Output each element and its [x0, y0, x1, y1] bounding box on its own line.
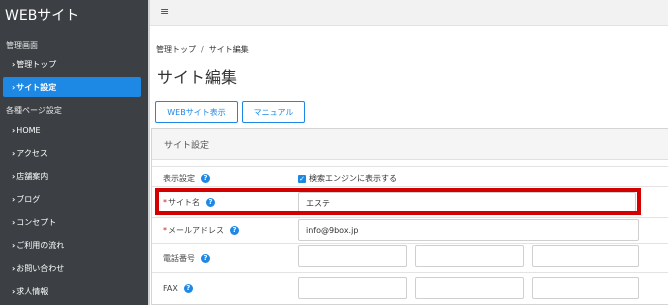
- help-icon[interactable]: ?: [183, 284, 193, 293]
- breadcrumb: 管理トップ / サイト編集: [156, 44, 249, 55]
- sidebar-item-contact[interactable]: › お問い合わせ: [0, 258, 148, 278]
- section-pages-label: 各種ページ設定: [6, 106, 62, 115]
- fax-label: FAX ?: [163, 284, 193, 293]
- sidebar-item-home[interactable]: › HOME: [0, 120, 148, 140]
- display-setting-label: 表示設定 ?: [163, 173, 210, 184]
- sidebar-divider: [148, 0, 150, 305]
- website-view-button[interactable]: WEBサイト表示: [155, 101, 238, 123]
- fax-text: FAX: [163, 284, 178, 293]
- breadcrumb-item-admin-top[interactable]: 管理トップ: [156, 45, 196, 54]
- email-input[interactable]: info@9box.jp: [298, 219, 639, 241]
- search-engine-checkbox[interactable]: ✓: [298, 174, 306, 183]
- sidebar-item-label: サイト設定: [16, 82, 57, 92]
- sidebar-item-label: 管理トップ: [16, 59, 57, 69]
- email-text: メールアドレス: [168, 226, 224, 235]
- chevron-right-icon: ›: [12, 217, 16, 227]
- breadcrumb-separator: /: [201, 45, 204, 54]
- sidebar-item-admin-top[interactable]: › 管理トップ: [0, 54, 148, 74]
- tel-input-1[interactable]: [298, 245, 407, 267]
- sidebar-item-label: HOME: [16, 125, 41, 135]
- breadcrumb-item-site-edit: サイト編集: [208, 45, 249, 54]
- sidebar-item-recruit[interactable]: › 求人情報: [0, 281, 148, 301]
- sidebar-item-label: 店舗案内: [16, 171, 49, 181]
- chevron-right-icon: ›: [12, 286, 16, 296]
- chevron-right-icon: ›: [12, 240, 16, 250]
- sidebar-item-label: お問い合わせ: [16, 263, 65, 273]
- sidebar-item-label: コンセプト: [16, 217, 57, 227]
- panel-title: サイト設定: [164, 141, 210, 151]
- brand-title: WEBサイト: [5, 8, 80, 24]
- row-divider: [152, 272, 668, 273]
- section-admin-label: 管理画面: [6, 41, 38, 50]
- sidebar-item-label: アクセス: [16, 148, 48, 158]
- row-divider: [152, 243, 668, 244]
- display-setting-text: 表示設定: [163, 174, 195, 183]
- top-bar: ≡: [150, 0, 668, 26]
- tel-label: 電話番号 ?: [163, 253, 210, 264]
- help-icon[interactable]: ?: [230, 226, 239, 235]
- row-divider: [152, 217, 668, 218]
- email-label: * メールアドレス ?: [163, 225, 239, 236]
- help-icon[interactable]: ?: [201, 254, 210, 263]
- sidebar-item-label: ブログ: [16, 194, 41, 204]
- chevron-right-icon: ›: [12, 125, 16, 135]
- help-icon[interactable]: ?: [201, 174, 210, 183]
- panel-header: サイト設定: [152, 129, 668, 160]
- sidebar-item-label: ご利用の流れ: [16, 240, 65, 250]
- sidebar-item-store-guide[interactable]: › 店舗案内: [0, 166, 148, 186]
- chevron-right-icon: ›: [12, 59, 16, 69]
- sidebar-item-usage-flow[interactable]: › ご利用の流れ: [0, 235, 148, 255]
- chevron-right-icon: ›: [12, 194, 16, 204]
- search-engine-checkbox-row[interactable]: ✓ 検索エンジンに表示する: [298, 173, 397, 184]
- chevron-right-icon: ›: [12, 82, 16, 92]
- row-divider: [152, 186, 668, 187]
- page-title: サイト編集: [157, 68, 238, 87]
- tel-input-2[interactable]: [415, 245, 524, 267]
- required-mark: *: [163, 226, 167, 235]
- chevron-right-icon: ›: [12, 148, 16, 158]
- row-divider: [152, 166, 668, 167]
- menu-icon[interactable]: ≡: [160, 5, 169, 18]
- site-name-highlight-box: [155, 188, 641, 215]
- tel-text: 電話番号: [163, 254, 195, 263]
- search-engine-checkbox-label: 検索エンジンに表示する: [309, 174, 397, 183]
- fax-input-3[interactable]: [532, 277, 639, 299]
- sidebar-item-site-settings[interactable]: › サイト設定: [3, 77, 141, 97]
- sidebar-item-access[interactable]: › アクセス: [0, 143, 148, 163]
- chevron-right-icon: ›: [12, 263, 16, 273]
- fax-input-2[interactable]: [415, 277, 524, 299]
- fax-input-1[interactable]: [298, 277, 407, 299]
- sidebar-item-concept[interactable]: › コンセプト: [0, 212, 148, 232]
- tel-input-3[interactable]: [532, 245, 639, 267]
- sidebar-item-label: 求人情報: [16, 286, 49, 296]
- sidebar-item-blog[interactable]: › ブログ: [0, 189, 148, 209]
- manual-button[interactable]: マニュアル: [242, 101, 305, 123]
- chevron-right-icon: ›: [12, 171, 16, 181]
- sidebar: WEBサイト 管理画面 › 管理トップ › サイト設定 各種ページ設定 › HO…: [0, 0, 148, 305]
